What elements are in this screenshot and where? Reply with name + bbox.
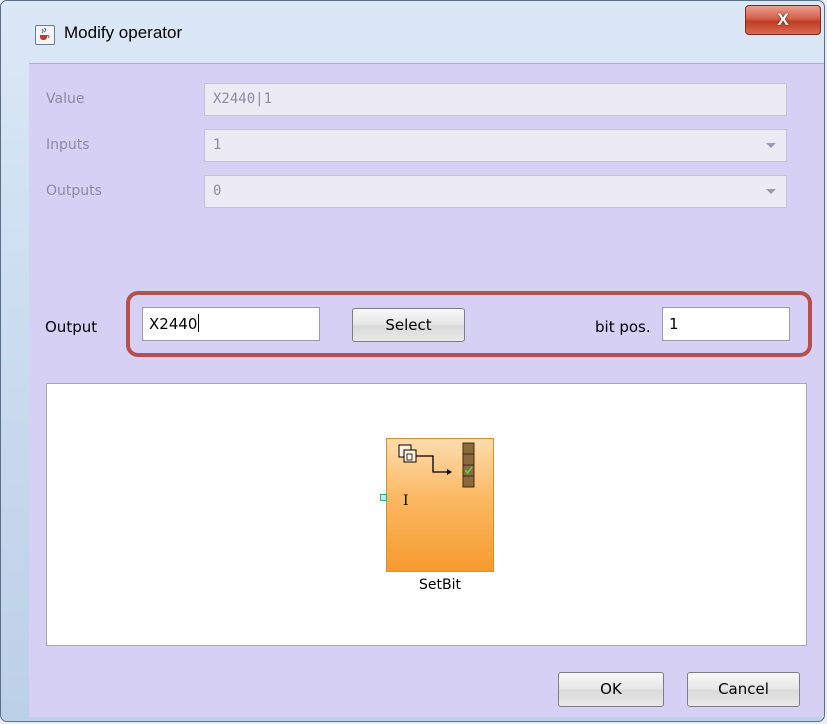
setbit-symbol-icon [398, 442, 475, 488]
bitpos-label: bit pos. [595, 318, 651, 336]
output-input-value: X2440 [149, 315, 198, 333]
outputs-combo-value: 0 [213, 183, 222, 199]
close-button[interactable]: X [745, 5, 821, 35]
bitpos-input[interactable]: 1 [662, 307, 790, 341]
outputs-label: Outputs [46, 183, 102, 199]
input-port-label: I [403, 493, 409, 509]
value-field: X2440|1 [204, 83, 787, 116]
inputs-label: Inputs [46, 137, 90, 153]
cancel-button[interactable]: Cancel [687, 672, 800, 707]
value-label: Value [46, 91, 85, 107]
inputs-combo-value: 1 [213, 137, 222, 153]
java-cup-icon [35, 25, 55, 45]
title-bar[interactable]: Modify operator X [1, 1, 824, 63]
window-title: Modify operator [64, 23, 183, 42]
block-name: SetBit [419, 577, 461, 593]
dialog-content: Value X2440|1 Inputs 1 Outputs 0 Output … [29, 63, 824, 717]
ok-button[interactable]: OK [558, 672, 664, 707]
chevron-down-icon [766, 189, 776, 194]
input-port[interactable] [380, 494, 387, 501]
inputs-combo: 1 [204, 129, 787, 162]
text-caret [198, 314, 200, 332]
outputs-combo: 0 [204, 175, 787, 208]
modify-operator-dialog: Modify operator X Value X2440|1 Inputs 1… [0, 0, 825, 722]
output-input[interactable]: X2440 [142, 307, 320, 341]
chevron-down-icon [766, 143, 776, 148]
select-button[interactable]: Select [352, 308, 465, 342]
output-label: Output [45, 318, 98, 336]
diagram-canvas[interactable]: I SetBit [46, 383, 807, 646]
